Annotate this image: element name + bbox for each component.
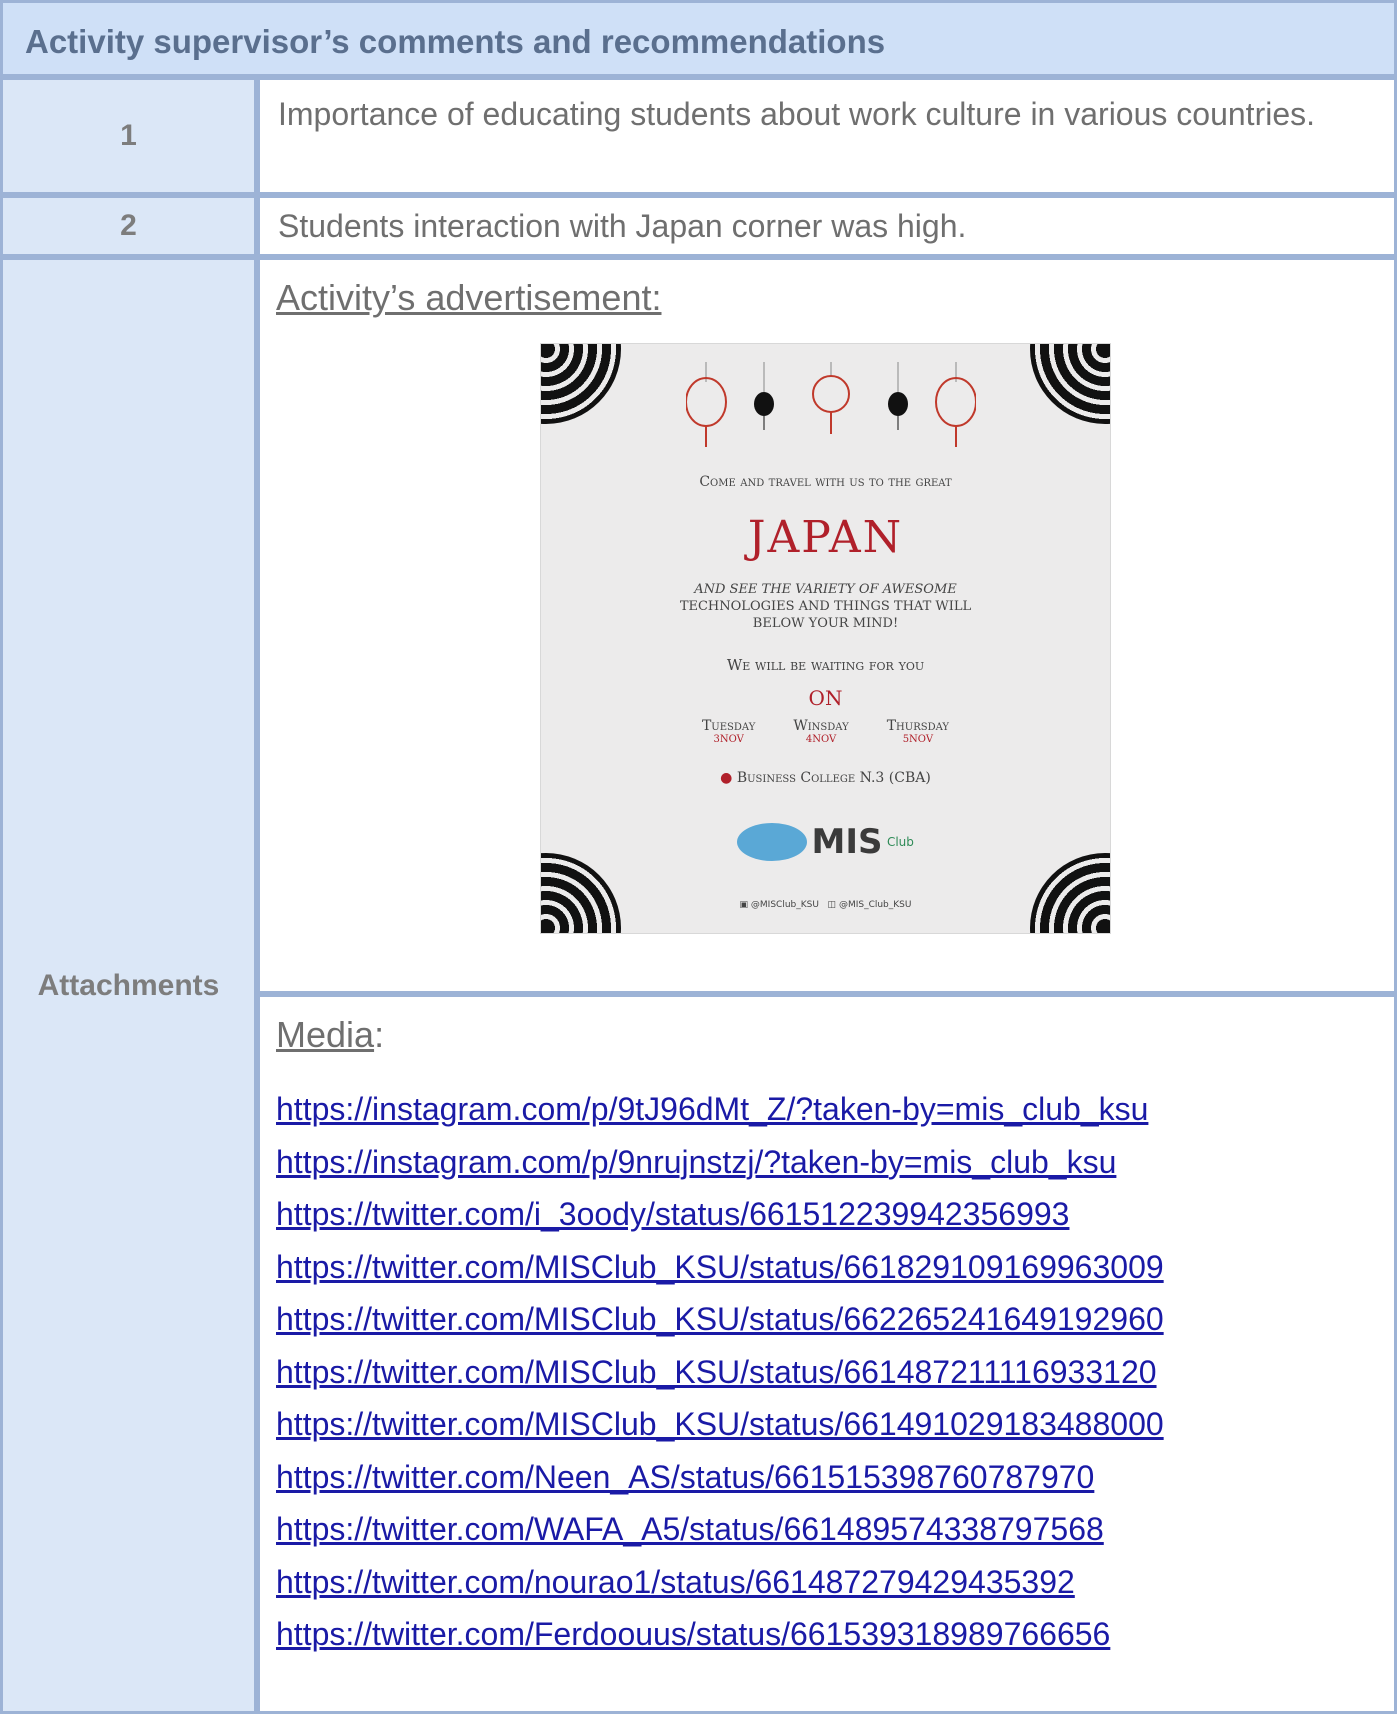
poster-day: Winsday	[793, 718, 849, 734]
poster-line4: below your mind!	[752, 616, 899, 631]
poster-on: ON	[808, 686, 843, 710]
media-link[interactable]: https://twitter.com/MISClub_KSU/status/6…	[276, 1241, 1164, 1294]
decorative-corner-icon	[541, 853, 621, 933]
advertisement-heading: Activity’s advertisement:	[276, 277, 662, 318]
decorative-corner-icon	[1030, 344, 1110, 424]
handle-instagram: @MIS_Club_KSU	[838, 900, 912, 910]
poster-japan: JAPAN	[747, 512, 904, 563]
poster-date: 4NOV	[805, 734, 837, 745]
row-text-1: Importance of educating students about w…	[257, 77, 1397, 195]
attachments-label: Attachments	[0, 257, 257, 1714]
media-links: https://instagram.com/p/9tJ96dMt_Z/?take…	[276, 1083, 1164, 1661]
logo-sub: Club	[886, 835, 914, 849]
row-text-2-value: Students interaction with Japan corner w…	[278, 208, 967, 244]
poster-days: Tuesday 3NOV Winsday 4NOV Thursday 5NOV	[541, 718, 1110, 745]
lanterns-icon	[686, 362, 976, 447]
row-number-2: 2	[0, 195, 257, 257]
instagram-icon: ◫	[827, 900, 837, 910]
row-text-2: Students interaction with Japan corner w…	[257, 195, 1397, 257]
header-title: Activity supervisor’s comments and recom…	[25, 23, 886, 60]
media-link[interactable]: https://twitter.com/MISClub_KSU/status/6…	[276, 1346, 1164, 1399]
poster-line2: and see the variety of awesome	[694, 582, 957, 597]
media-link[interactable]: https://instagram.com/p/9nrujnstzj/?take…	[276, 1136, 1164, 1189]
media-colon: :	[374, 1014, 385, 1055]
poster-line3: technologies and things that will	[679, 599, 972, 614]
handle-twitter: @MISClub_KSU	[750, 900, 819, 910]
comments-table: Activity supervisor’s comments and recom…	[0, 0, 1397, 1714]
poster-location-text: Business College N.3 (CBA)	[736, 770, 931, 786]
decorative-corner-icon	[1030, 853, 1110, 933]
media-link[interactable]: https://twitter.com/Ferdoouus/status/661…	[276, 1608, 1164, 1661]
media-link[interactable]: https://twitter.com/WAFA_A5/status/66148…	[276, 1503, 1164, 1556]
row-text-1-value: Importance of educating students about w…	[278, 96, 1316, 132]
logo-text: MIS	[811, 822, 883, 862]
table-header: Activity supervisor’s comments and recom…	[0, 0, 1397, 77]
poster-day: Tuesday	[701, 718, 756, 734]
media-link[interactable]: https://twitter.com/MISClub_KSU/status/6…	[276, 1398, 1164, 1451]
decorative-corner-icon	[541, 344, 621, 424]
poster-waiting: We will be waiting for you	[726, 656, 925, 674]
media-heading: Media	[276, 1014, 375, 1055]
poster-handles: ▣ @MISClub_KSU ◫ @MIS_Club_KSU	[541, 900, 1110, 910]
poster-date: 3NOV	[713, 734, 744, 745]
twitter-icon: ▣	[739, 900, 749, 910]
poster-day: Thursday	[886, 718, 950, 734]
poster-line1: Come and travel with us to the great	[699, 474, 952, 490]
location-pin-icon: ●	[720, 770, 733, 786]
media-link[interactable]: https://twitter.com/nourao1/status/66148…	[276, 1556, 1164, 1609]
advertisement-poster: Come and travel with us to the great JAP…	[540, 343, 1111, 934]
media-cell: Media: https://instagram.com/p/9tJ96dMt_…	[257, 994, 1397, 1714]
globe-icon	[737, 823, 808, 861]
media-link[interactable]: https://twitter.com/MISClub_KSU/status/6…	[276, 1293, 1164, 1346]
poster-location: ● Business College N.3 (CBA)	[541, 770, 1110, 786]
row-number-1: 1	[0, 77, 257, 195]
media-link[interactable]: https://instagram.com/p/9tJ96dMt_Z/?take…	[276, 1083, 1164, 1136]
poster-logo: MIS Club	[541, 822, 1110, 862]
media-link[interactable]: https://twitter.com/Neen_AS/status/66151…	[276, 1451, 1164, 1504]
media-link[interactable]: https://twitter.com/i_3oody/status/66151…	[276, 1188, 1164, 1241]
poster-date: 5NOV	[902, 734, 934, 745]
